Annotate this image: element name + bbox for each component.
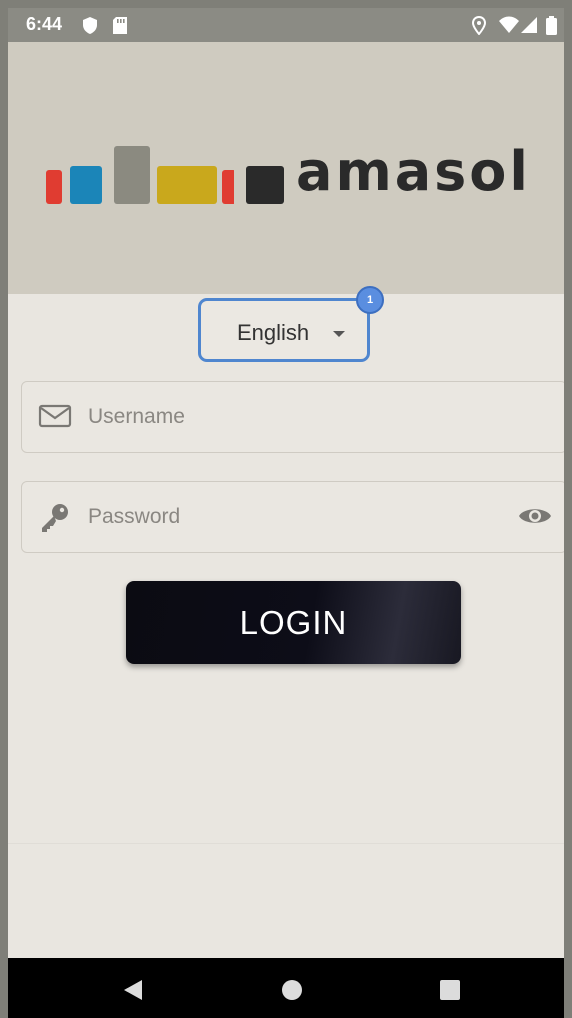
wifi-icon [499, 16, 519, 33]
caret-down-icon [333, 331, 345, 337]
status-time: 6:44 [26, 14, 63, 34]
envelope-icon [38, 404, 72, 428]
system-nav-bar [8, 958, 564, 1018]
key-icon [42, 504, 68, 532]
device-frame: 6:44 amasol English 1 Username LOGIN [0, 0, 572, 1018]
eye-icon[interactable] [518, 504, 552, 528]
back-icon[interactable] [122, 978, 144, 1002]
username-field[interactable] [21, 381, 564, 453]
app-screen: 6:44 amasol English 1 Username LOGIN [8, 8, 564, 1018]
language-selector[interactable]: English [198, 298, 370, 362]
logo-black-block-icon [246, 166, 284, 204]
password-field[interactable] [21, 481, 564, 553]
notification-badge: 1 [356, 286, 384, 314]
header-banner: amasol [8, 42, 564, 294]
login-button[interactable]: LOGIN [126, 581, 461, 664]
recents-icon[interactable] [440, 980, 460, 1000]
battery-icon [546, 16, 557, 35]
sd-card-icon [113, 17, 127, 34]
amasol-logo-icon [46, 146, 234, 204]
username-input[interactable] [88, 400, 488, 434]
signal-icon [521, 17, 537, 33]
password-input[interactable] [88, 500, 488, 534]
divider [8, 843, 564, 844]
location-icon [472, 16, 486, 35]
shield-icon [83, 17, 97, 34]
home-icon[interactable] [282, 980, 302, 1000]
brand-wordmark: amasol [296, 140, 531, 203]
status-bar: 6:44 [8, 8, 564, 42]
language-selected: English [237, 320, 310, 345]
